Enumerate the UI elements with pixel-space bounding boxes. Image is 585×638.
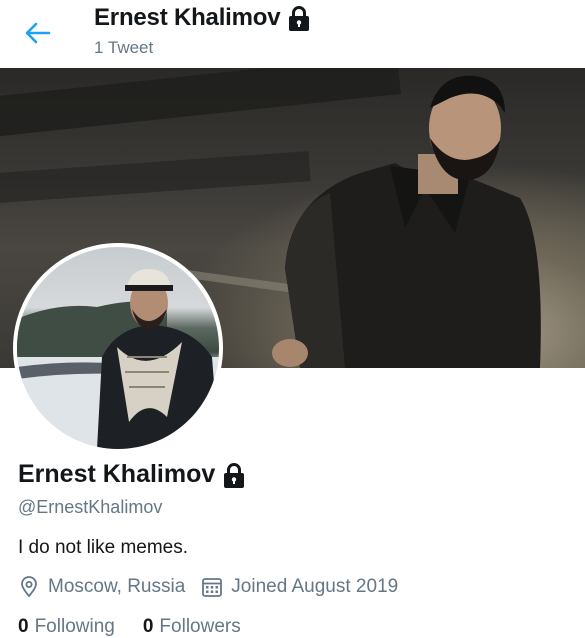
profile-name: Ernest Khalimov (18, 460, 216, 488)
header-title-row: Ernest Khalimov (94, 4, 313, 32)
tweet-count: 1 Tweet (94, 38, 154, 57)
location-item: Moscow, Russia (18, 576, 185, 598)
profile-avatar[interactable] (13, 243, 223, 453)
profile-bio: I do not like memes. (18, 537, 189, 558)
avatar-figure (17, 269, 219, 449)
arrow-left-icon (25, 22, 51, 44)
followers-link[interactable]: 0 Followers (143, 616, 241, 638)
lock-icon (224, 462, 245, 488)
lock-icon (289, 6, 310, 31)
following-label: Following (34, 616, 115, 637)
profile-meta: Moscow, Russia Joined August 2019 (18, 576, 414, 598)
avatar-photo (17, 247, 219, 449)
header-title: Ernest Khalimov (94, 4, 281, 31)
profile-header: Ernest Khalimov 1 Tweet (0, 0, 585, 68)
follow-stats: 0 Following 0 Followers (18, 616, 269, 638)
back-button[interactable] (22, 17, 54, 49)
followers-count: 0 (142, 616, 154, 637)
joined-text: Joined August 2019 (231, 576, 399, 597)
joined-item: Joined August 2019 (201, 576, 398, 598)
profile-handle: @ErnestKhalimov (18, 497, 163, 517)
following-link[interactable]: 0 Following (18, 616, 115, 638)
calendar-icon (202, 578, 223, 597)
followers-label: Followers (159, 616, 241, 637)
following-count: 0 (18, 616, 29, 637)
location-pin-icon (21, 576, 37, 598)
location-text: Moscow, Russia (48, 576, 186, 597)
profile-name-row: Ernest Khalimov (18, 460, 248, 489)
